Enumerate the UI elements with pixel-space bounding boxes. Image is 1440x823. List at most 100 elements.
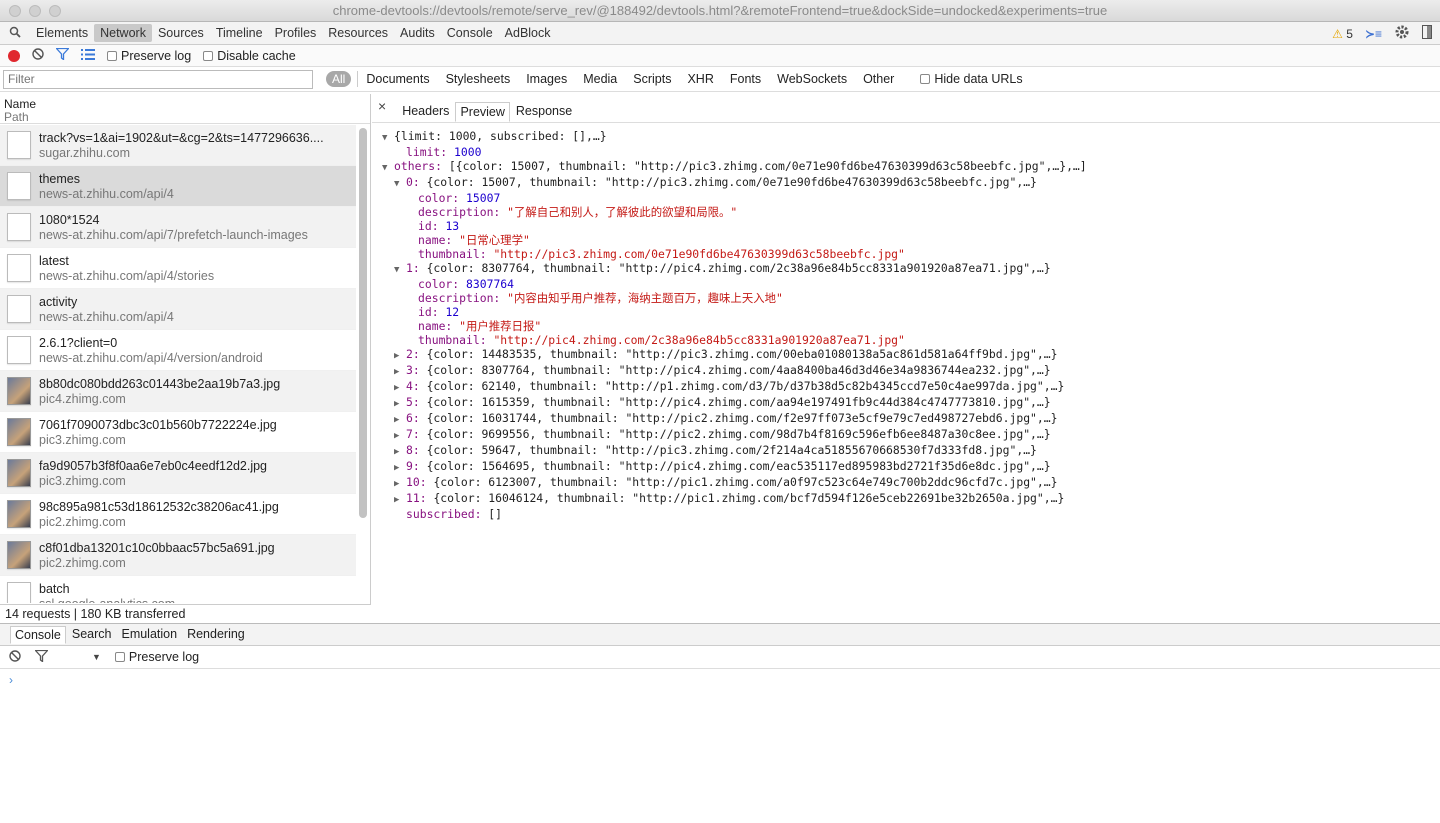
request-row[interactable]: latest news-at.zhihu.com/api/4/stories [0, 248, 356, 289]
json-tree-line[interactable]: ▶ 9: {color: 1564695, thumbnail: "http://… [382, 459, 1440, 475]
json-tree-line[interactable]: ▼ others: [{color: 15007, thumbnail: "htt… [382, 159, 1440, 175]
request-text: 2.6.1?client=0 news-at.zhihu.com/api/4/ve… [39, 336, 354, 365]
network-toolbar: Preserve log Disable cache [0, 45, 1440, 67]
filter-input[interactable] [3, 69, 313, 89]
collapsed-triangle-icon[interactable]: ▶ [394, 365, 406, 379]
collapsed-triangle-icon[interactable]: ▶ [394, 445, 406, 459]
expanded-triangle-icon[interactable]: ▼ [394, 263, 406, 277]
json-tree-line[interactable]: ▶ 5: {color: 1615359, thumbnail: "http://… [382, 395, 1440, 411]
filter-type-media[interactable]: Media [583, 72, 617, 86]
json-tree-line[interactable]: ▶ 6: {color: 16031744, thumbnail: "http:/… [382, 411, 1440, 427]
filter-type-other[interactable]: Other [863, 72, 894, 86]
dock-side-icon[interactable] [1422, 25, 1432, 42]
json-key: 11: [406, 491, 434, 505]
expanded-triangle-icon[interactable]: ▼ [382, 161, 394, 175]
filter-type-stylesheets[interactable]: Stylesheets [446, 72, 511, 86]
collapsed-triangle-icon[interactable]: ▶ [394, 461, 406, 475]
drawer-tab-rendering[interactable]: Rendering [183, 626, 249, 644]
drawer-tab-console[interactable]: Console [10, 625, 66, 644]
request-row[interactable]: batchssl.google-analytics.com [0, 576, 356, 603]
zoom-window-button[interactable] [49, 5, 61, 17]
clear-console-icon[interactable] [9, 649, 21, 665]
tab-audits[interactable]: Audits [394, 24, 441, 42]
tab-adblock[interactable]: AdBlock [499, 24, 557, 42]
drawer-tab-search[interactable]: Search [68, 626, 116, 644]
json-tree-line[interactable]: ▶ 4: {color: 62140, thumbnail: "http://p1… [382, 379, 1440, 395]
filter-type-scripts[interactable]: Scripts [633, 72, 671, 86]
filter-type-websockets[interactable]: WebSockets [777, 72, 847, 86]
filter-type-images[interactable]: Images [526, 72, 567, 86]
detail-tab-response[interactable]: Response [512, 102, 576, 122]
json-tree-line[interactable]: ▼ 0: {color: 15007, thumbnail: "http://pi… [382, 175, 1440, 191]
console-filter-icon[interactable] [34, 649, 49, 665]
request-row[interactable]: 98c895a981c53d18612532c38206ac41.jpg pic2… [0, 494, 356, 535]
collapsed-triangle-icon[interactable]: ▶ [394, 477, 406, 491]
request-row[interactable]: 2.6.1?client=0 news-at.zhihu.com/api/4/ve… [0, 330, 356, 371]
json-tree-line[interactable]: ▶ 10: {color: 6123007, thumbnail: "http:/… [382, 475, 1440, 491]
detail-tab-preview[interactable]: Preview [455, 102, 510, 122]
json-tree-line[interactable]: ▼ {limit: 1000, subscribed: [],…} [382, 129, 1440, 145]
tab-profiles[interactable]: Profiles [269, 24, 323, 42]
checkbox-box[interactable] [920, 74, 931, 84]
tab-network[interactable]: Network [94, 24, 152, 42]
console-prompt[interactable]: › [9, 673, 13, 687]
checkbox-box[interactable] [107, 50, 117, 61]
checkbox-box[interactable] [203, 50, 214, 61]
clear-icon[interactable] [32, 48, 44, 63]
hide-data-urls-checkbox[interactable]: Hide data URLs [920, 72, 1023, 86]
request-row[interactable]: activity news-at.zhihu.com/api/4 [0, 289, 356, 330]
json-tree-line[interactable]: ▶ 8: {color: 59647, thumbnail: "http://pi… [382, 443, 1440, 459]
collapsed-triangle-icon[interactable]: ▶ [394, 381, 406, 395]
close-detail-icon[interactable]: × [378, 98, 386, 114]
request-row[interactable]: 8b80dc080bdd263c01443be2aa19b7a3.jpg pic4… [0, 371, 356, 412]
collapsed-triangle-icon[interactable]: ▶ [394, 493, 406, 507]
minimize-window-button[interactable] [29, 5, 41, 17]
window-controls[interactable] [9, 5, 61, 17]
expanded-triangle-icon[interactable]: ▼ [394, 177, 406, 191]
detail-tab-headers[interactable]: Headers [398, 102, 453, 122]
warnings-counter[interactable]: ⚠ 5 [1332, 27, 1353, 41]
disable-cache-checkbox[interactable]: Disable cache [203, 49, 296, 63]
name-column-header[interactable]: Name [4, 98, 366, 111]
request-row[interactable]: themes news-at.zhihu.com/api/4 [0, 166, 356, 207]
request-row[interactable]: 7061f7090073dbc3c01b560b7722224e.jpg pic3… [0, 412, 356, 453]
json-tree-line[interactable]: ▶ 11: {color: 16046124, thumbnail: "http:… [382, 491, 1440, 507]
collapsed-triangle-icon[interactable]: ▶ [394, 349, 406, 363]
context-dropdown-chevron-icon[interactable]: ▼ [92, 652, 101, 662]
json-tree-line[interactable]: ▶ 2: {color: 14483535, thumbnail: "http:/… [382, 347, 1440, 363]
close-window-button[interactable] [9, 5, 21, 17]
request-row[interactable]: 1080*1524 news-at.zhihu.com/api/7/prefetc… [0, 207, 356, 248]
collapsed-triangle-icon[interactable]: ▶ [394, 397, 406, 411]
request-list-scrollbar[interactable] [359, 128, 367, 518]
tab-console[interactable]: Console [441, 24, 499, 42]
checkbox-box[interactable] [114, 652, 125, 662]
collapsed-triangle-icon[interactable]: ▶ [394, 429, 406, 443]
record-button[interactable] [8, 49, 20, 62]
json-tree-line[interactable]: ▶ 3: {color: 8307764, thumbnail: "http://… [382, 363, 1440, 379]
tab-sources[interactable]: Sources [152, 24, 210, 42]
collapsed-triangle-icon[interactable]: ▶ [394, 413, 406, 427]
console-drawer-icon[interactable]: ≻≡ [1365, 27, 1382, 41]
request-row[interactable]: fa9d9057b3f8f0aa6e7eb0c4eedf12d2.jpg pic3… [0, 453, 356, 494]
inspect-search-icon[interactable] [0, 26, 30, 41]
filter-type-xhr[interactable]: XHR [687, 72, 713, 86]
request-row[interactable]: c8f01dba13201c10c0bbaac57bc5a691.jpg pic2… [0, 535, 356, 576]
settings-gear-icon[interactable] [1394, 24, 1410, 43]
json-tree-line[interactable]: ▶ 7: {color: 9699556, thumbnail: "http://… [382, 427, 1440, 443]
list-header[interactable]: Name Path [0, 94, 370, 124]
filter-type-documents[interactable]: Documents [366, 72, 429, 86]
tab-timeline[interactable]: Timeline [210, 24, 269, 42]
filter-type-fonts[interactable]: Fonts [730, 72, 761, 86]
request-row[interactable]: track?vs=1&ai=1902&ut=&cg=2&ts=147729663… [0, 125, 356, 166]
filter-all-button[interactable]: All [326, 71, 352, 87]
request-text: batchssl.google-analytics.com [39, 582, 354, 604]
tab-resources[interactable]: Resources [322, 24, 394, 42]
tab-elements[interactable]: Elements [30, 24, 94, 42]
drawer-tab-emulation[interactable]: Emulation [117, 626, 181, 644]
preserve-log-checkbox[interactable]: Preserve log [107, 49, 191, 63]
expanded-triangle-icon[interactable]: ▼ [382, 131, 394, 145]
console-preserve-log-checkbox[interactable]: Preserve log [114, 650, 199, 664]
large-rows-icon[interactable] [81, 48, 95, 63]
filter-funnel-icon[interactable] [55, 47, 70, 63]
json-tree-line[interactable]: ▼ 1: {color: 8307764, thumbnail: "http://… [382, 261, 1440, 277]
